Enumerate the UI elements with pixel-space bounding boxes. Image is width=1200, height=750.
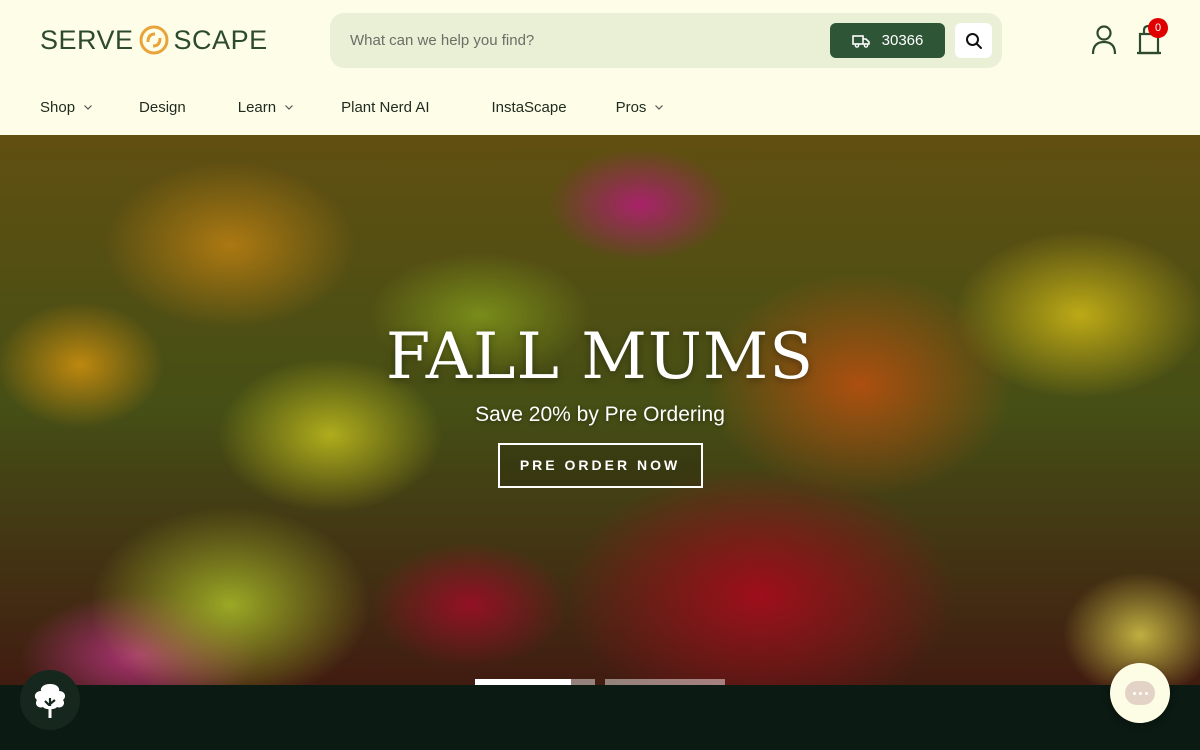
hero-banner: FALL MUMS Save 20% by Pre Ordering PRE O… bbox=[0, 135, 1200, 685]
logo-text-right: SCAPE bbox=[173, 24, 268, 55]
search-icon bbox=[965, 32, 982, 49]
nav-item-plant-nerd-ai[interactable]: Plant Nerd AI bbox=[341, 99, 429, 116]
nav-item-label: Pros bbox=[615, 98, 647, 116]
logo-mark-icon bbox=[138, 22, 170, 58]
logo[interactable]: SERVE SCAPE bbox=[40, 18, 268, 62]
nav-item-label: Shop bbox=[40, 98, 76, 116]
delivery-truck-icon bbox=[851, 34, 870, 48]
hero-title: FALL MUMS bbox=[385, 320, 815, 394]
cart-count-badge: 0 bbox=[1148, 18, 1168, 38]
logo-text-left: SERVE bbox=[40, 24, 134, 55]
hero-content: FALL MUMS Save 20% by Pre Ordering PRE O… bbox=[0, 325, 1200, 488]
pre-order-button[interactable]: PRE ORDER NOW bbox=[497, 443, 703, 488]
user-icon[interactable] bbox=[1090, 24, 1118, 56]
hero-subtitle: Save 20% by Pre Ordering bbox=[475, 403, 725, 426]
nav-item-shop[interactable]: Shop bbox=[40, 99, 93, 116]
nav-item-label: Design bbox=[139, 98, 186, 116]
chevron-down-icon bbox=[655, 105, 664, 110]
nav-item-label: Learn bbox=[237, 98, 277, 116]
tree-icon[interactable] bbox=[20, 670, 80, 730]
zip-code-button[interactable]: 30366 bbox=[830, 23, 945, 58]
search-button[interactable] bbox=[955, 23, 992, 58]
chat-bubble-icon[interactable] bbox=[1110, 663, 1170, 723]
zip-code-value: 30366 bbox=[881, 32, 924, 49]
footer-band bbox=[0, 685, 1200, 750]
main-nav: Shop Design Learn Plant Nerd AI InstaSca… bbox=[40, 92, 664, 122]
nav-item-label: InstaScape bbox=[491, 98, 567, 116]
nav-item-label: Plant Nerd AI bbox=[341, 98, 430, 116]
site-header: SERVE SCAPE 30366 bbox=[0, 0, 1200, 135]
search-input[interactable] bbox=[350, 13, 820, 68]
nav-item-learn[interactable]: Learn bbox=[238, 99, 294, 116]
chevron-down-icon bbox=[84, 105, 92, 110]
nav-item-design[interactable]: Design bbox=[139, 99, 186, 116]
nav-item-pros[interactable]: Pros bbox=[616, 99, 665, 116]
search-bar: 30366 bbox=[330, 13, 1002, 68]
chevron-down-icon bbox=[285, 105, 294, 110]
nav-item-instascape[interactable]: InstaScape bbox=[492, 99, 567, 116]
